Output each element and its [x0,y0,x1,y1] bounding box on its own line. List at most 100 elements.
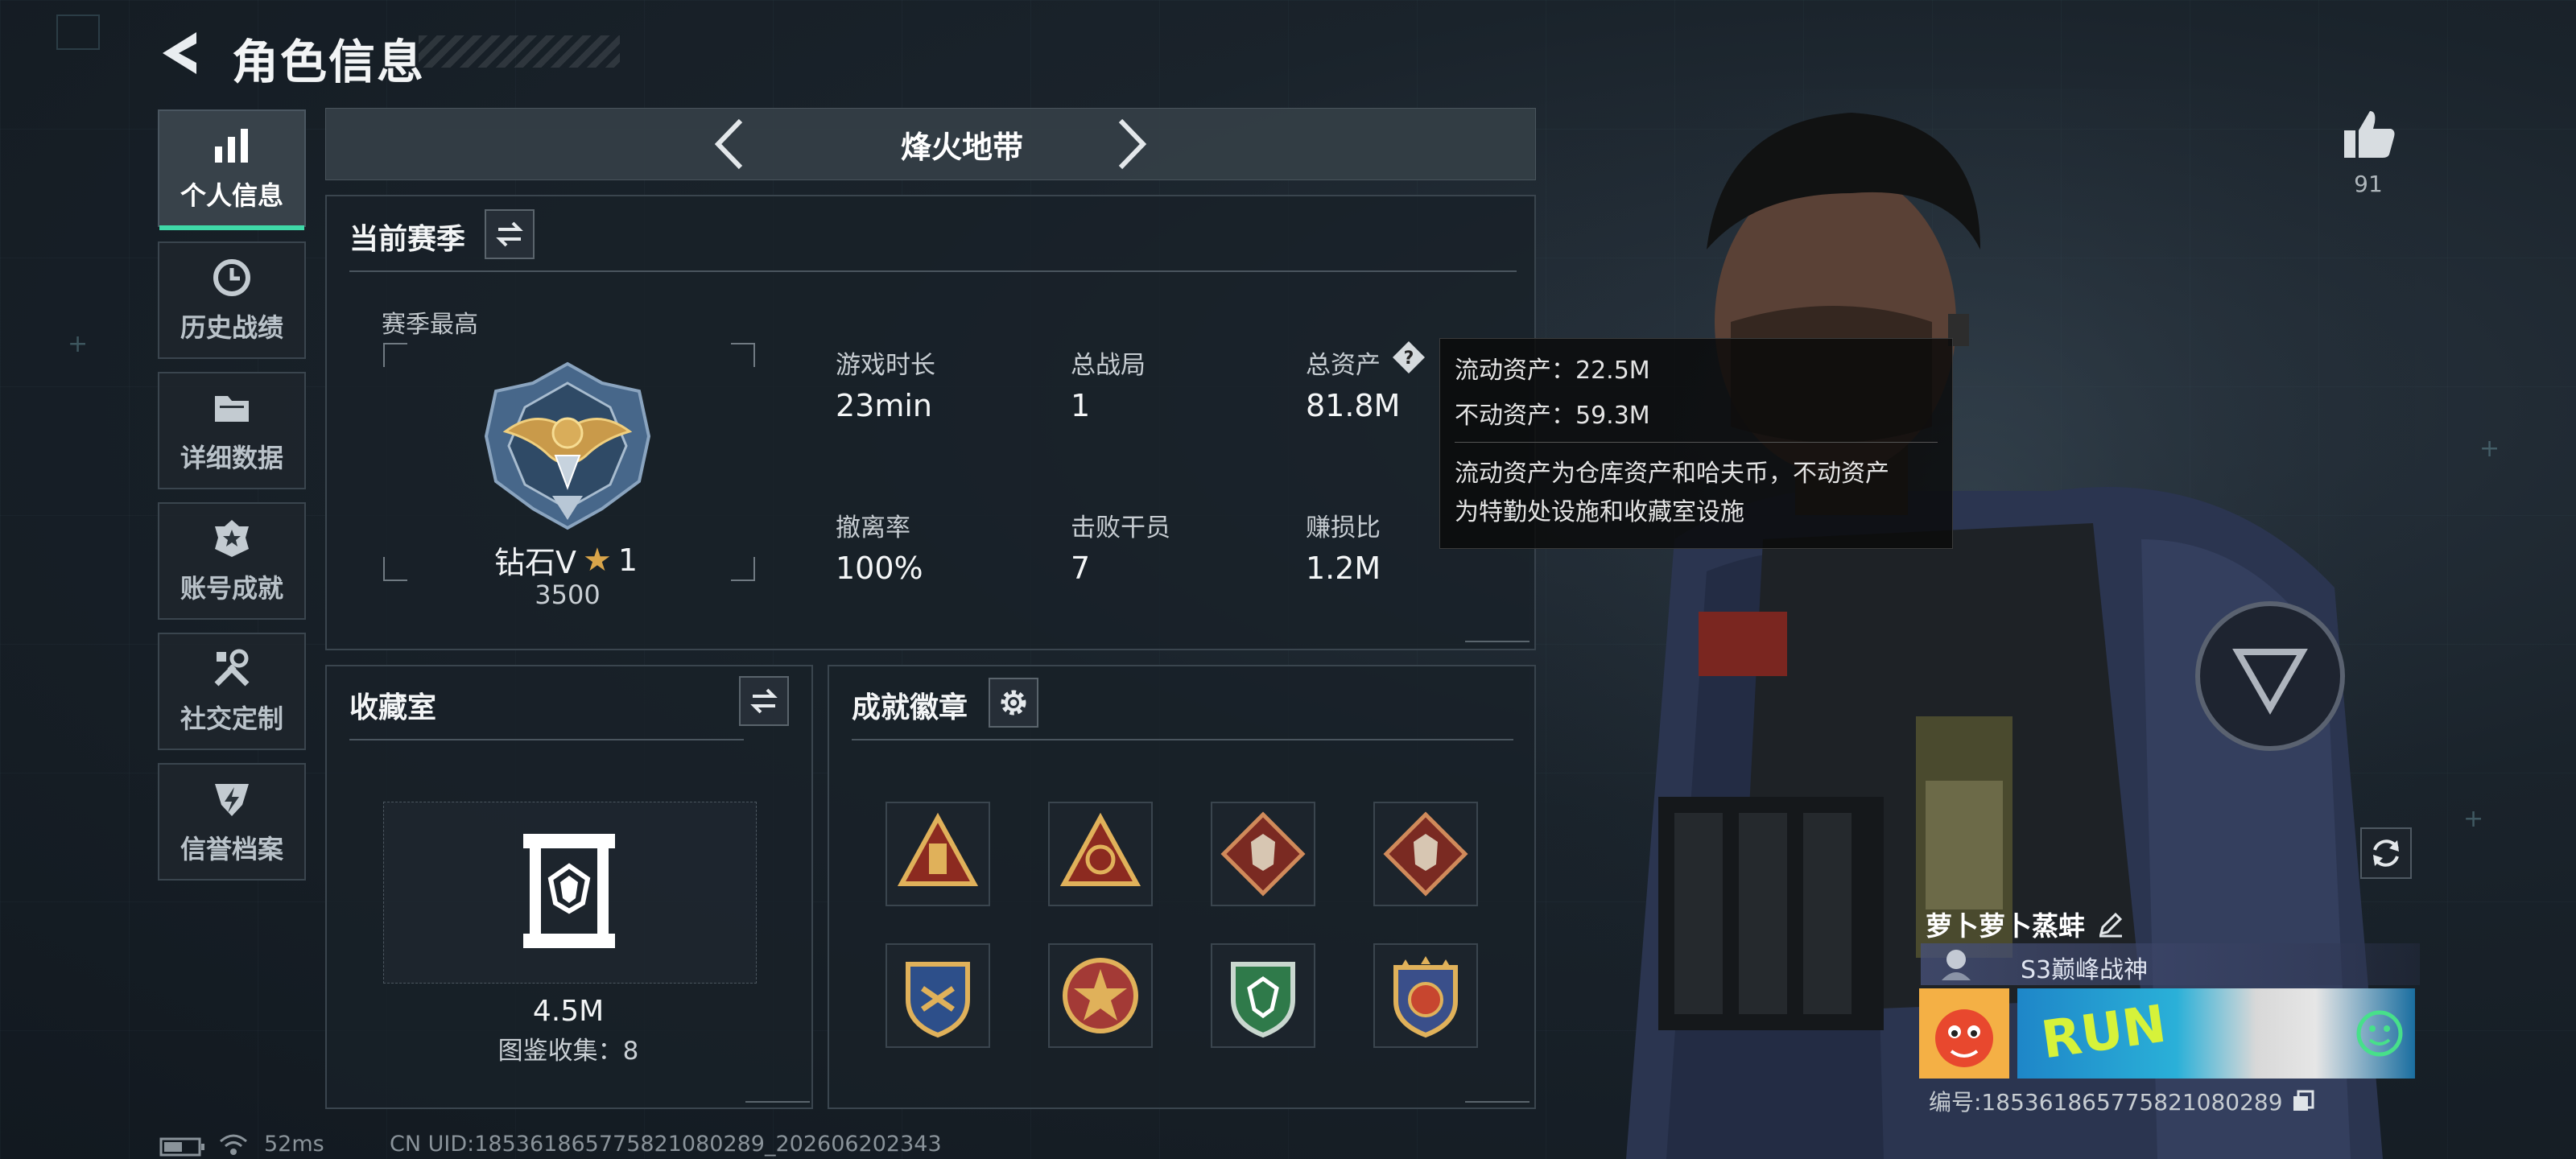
sidebar-item-label: 个人信息 [180,180,283,211]
star-icon: ★ [583,541,612,579]
season-panel-title: 当前赛季 [349,223,466,256]
refresh-icon [2373,839,2399,867]
achievement-badge[interactable] [1373,802,1478,906]
achievements-settings-button[interactable] [989,678,1038,728]
green-shield-badge-icon [1231,962,1295,1038]
player-id-row: 编号:185361865775821080289 [1929,1085,2315,1117]
player-id: 编号:185361865775821080289 [1929,1089,2283,1116]
stat-label-operators-defeated: 击败干员 [1071,514,1170,542]
achievement-badge[interactable] [1211,943,1315,1048]
player-title-banner [1921,943,2420,985]
player-title: S3巅峰战神 [2021,956,2149,984]
mode-prev-button[interactable] [708,116,753,172]
shield-flash-icon [215,784,249,816]
gold-triangle-badge-icon [897,812,979,886]
chevron-right-icon [1118,118,1147,170]
title-emblem-icon [1942,950,1971,980]
wolf-diamond-badge-icon [1220,811,1306,897]
tooltip-description-line1: 流动资产为仓库资产和哈夫币，不动资产 [1455,460,1889,488]
data-cross-decoration: + [2479,435,2500,463]
stat-value-extraction-rate: 100% [836,551,923,586]
achievement-icon [215,520,249,557]
copy-icon[interactable] [2291,1089,2315,1113]
sidebar-item-social-custom[interactable]: 社交定制 [158,633,306,750]
season-best-label: 赛季最高 [382,311,478,339]
season-switch-button[interactable] [485,209,535,259]
sidebar-item-detail-data[interactable]: 详细数据 [158,372,306,489]
player-name: 萝卜萝卜蒸蚌 [1926,905,2125,943]
data-cross-decoration: + [68,330,89,358]
player-name-text: 萝卜萝卜蒸蚌 [1926,910,2085,942]
achievement-badge[interactable] [1211,802,1315,906]
sidebar-item-achievements[interactable]: 账号成就 [158,502,306,620]
chevron-left-icon [714,118,743,170]
svg-text:?: ? [1404,349,1414,369]
rank-score: 3500 [535,580,601,610]
mode-name: 烽火地带 [900,130,1023,165]
like-button[interactable] [2341,108,2397,161]
sidebar-item-history[interactable]: 历史战绩 [158,241,306,359]
rank-frame-bracket [731,343,755,367]
stat-label-profit-loss: 赚损比 [1306,514,1381,542]
panel-corner-decoration [745,1091,810,1103]
like-count: 91 [2354,171,2383,197]
crest-badge-icon [1393,956,1458,1038]
sidebar-item-reputation[interactable]: 信誉档案 [158,763,306,881]
stat-value-playtime: 23min [836,388,933,423]
divider [349,270,1517,272]
achievements-panel-title: 成就徽章 [852,691,968,724]
achievement-badge[interactable] [1048,943,1153,1048]
stat-value-operators-defeated: 7 [1071,551,1091,586]
panel-corner-decoration [1465,1091,1530,1103]
folder-icon [215,396,249,422]
question-diamond-icon: ? [1393,341,1425,373]
avatar-image [1919,988,2009,1079]
back-button[interactable] [158,27,209,79]
rank-name: 钻石V ★ 1 [494,538,638,582]
rank-frame-bracket [383,557,407,581]
name-card-text: RUN [2037,994,2170,1071]
red-star-medal-icon [1063,958,1138,1033]
swap-arrows-icon [496,221,523,247]
player-name-card[interactable]: RUN [2017,988,2415,1079]
rank-stars: 1 [617,542,638,578]
battery-icon [159,1137,204,1157]
mode-next-button[interactable] [1108,116,1153,172]
uid-text: CN UID:185361865775821080289_20260620234… [390,1132,942,1157]
achievement-badge[interactable] [886,802,990,906]
achievement-badge[interactable] [1048,802,1153,906]
sidebar-item-label: 社交定制 [180,703,283,734]
divider [852,739,1513,740]
sidebar-item-label: 历史战绩 [180,312,283,343]
sidebar-item-personal-info[interactable]: 个人信息 [158,109,306,230]
title-stripe-decoration [419,35,620,68]
collection-case-icon [523,834,615,948]
player-avatar[interactable] [1919,988,2009,1079]
tooltip-fixed-assets: 不动资产：59.3M [1455,402,1650,430]
rotate-character-button[interactable] [2360,827,2412,879]
data-cross-decoration: + [2463,805,2484,833]
collection-count: 图鉴收集：8 [497,1037,639,1066]
blue-shield-badge-icon [906,962,970,1038]
rank-frame-bracket [731,557,755,581]
achievement-badge[interactable] [886,943,990,1048]
corner-bracket-decoration [56,14,100,50]
achievement-badge[interactable] [1373,943,1478,1048]
bar-chart-icon [215,129,248,163]
assets-tooltip: 流动资产：22.5M 不动资产：59.3M 流动资产为仓库资产和哈夫币，不动资产… [1439,338,1953,549]
panel-corner-decoration [1465,631,1530,642]
help-icon[interactable]: ? [1391,340,1426,375]
edit-pencil-icon[interactable] [2096,909,2125,938]
collection-value: 4.5M [532,995,605,1028]
page-title: 角色信息 [232,35,426,89]
thumbs-up-icon [2344,111,2395,158]
diamond-rank-emblem [484,361,651,530]
wolf-diamond-badge-icon [1383,811,1468,897]
gold-triangle-badge-icon [1059,812,1141,886]
back-arrow-icon [163,32,196,74]
ping-value: 52ms [264,1132,324,1157]
gear-icon [1001,690,1026,716]
stat-label-extraction-rate: 撤离率 [836,514,910,542]
collection-switch-button[interactable] [739,676,789,726]
collection-panel-title: 收藏室 [349,691,437,724]
